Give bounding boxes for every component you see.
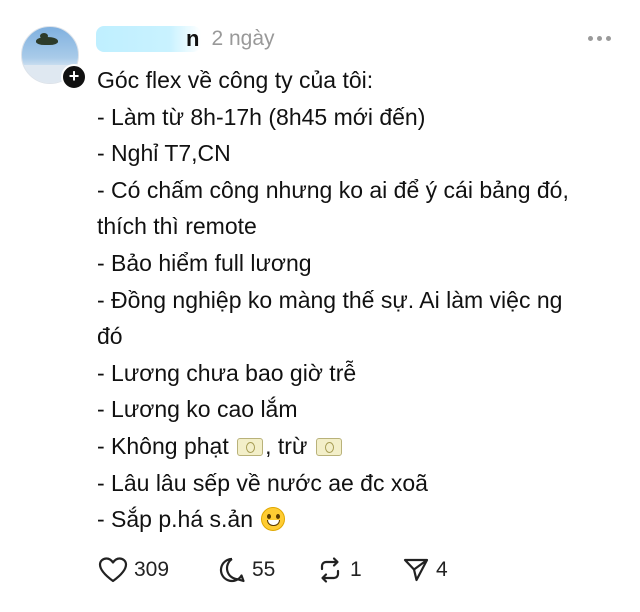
post-line: - Làm từ 8h-17h (8h45 mới đến)	[97, 103, 426, 130]
reply-button[interactable]: 55	[218, 556, 316, 584]
post-line: - Nghỉ T7,CN	[97, 140, 231, 167]
post-line: - Lương ko cao lắm	[97, 396, 298, 423]
reply-count: 55	[252, 558, 276, 581]
post-line: - Bảo hiểm full lương	[97, 249, 312, 276]
heart-icon	[98, 557, 128, 583]
post-text: , trừ	[265, 432, 308, 459]
like-button[interactable]: 309	[98, 556, 206, 584]
post-line: - Đồng nghiệp ko màng thế sự. Ai làm việ…	[97, 286, 563, 313]
post-line: đó	[97, 323, 123, 350]
follow-plus-icon[interactable]: +	[61, 64, 87, 90]
money-icon	[237, 437, 264, 456]
comment-icon	[219, 557, 245, 583]
more-options-icon[interactable]	[588, 36, 611, 41]
repost-icon	[320, 557, 340, 583]
repost-button[interactable]: 1	[316, 556, 402, 584]
share-count: 4	[436, 558, 448, 581]
post-text: - Không phạt	[97, 432, 229, 459]
like-count: 309	[134, 558, 170, 581]
post-text: - Sắp p.há s.ản	[97, 506, 253, 533]
post-line: - Có chấm công nhưng ko ai để ý cái bảng…	[97, 176, 569, 203]
post-line: - Không phạt , trừ	[97, 428, 627, 465]
money-icon	[315, 437, 342, 456]
grinning-face-icon	[261, 507, 286, 532]
author-name[interactable]: n	[96, 26, 202, 52]
post-time: 2 ngày	[211, 27, 275, 50]
post-avatar-container[interactable]: +	[21, 26, 87, 90]
post-line: - Lương chưa bao giờ trễ	[97, 359, 357, 386]
share-button[interactable]: 4	[402, 556, 448, 584]
post-line: - Sắp p.há s.ản	[97, 501, 627, 538]
post-header: n 2 ngày	[96, 24, 275, 54]
repost-count: 1	[350, 558, 362, 581]
post-line: - Lâu lâu sếp về nước ae đc xoã	[97, 469, 428, 496]
post-line: thích thì remote	[97, 213, 257, 240]
post-actions: 309 55 1 4	[98, 556, 448, 584]
post-line: Góc flex về công ty của tôi:	[97, 67, 374, 93]
post-body: Góc flex về công ty của tôi: - Làm từ 8h…	[97, 62, 627, 538]
send-icon	[403, 558, 429, 582]
